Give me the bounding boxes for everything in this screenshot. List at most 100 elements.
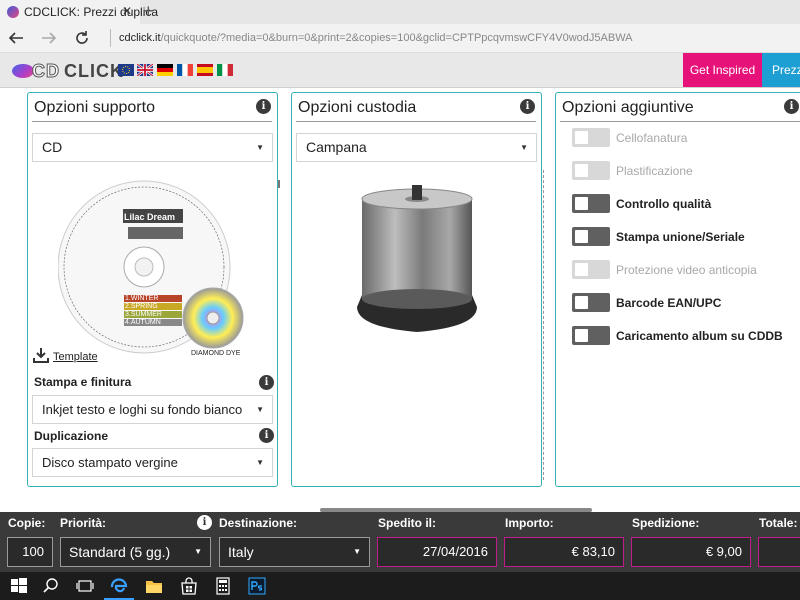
copies-input[interactable]: 100 [7, 537, 53, 567]
toggle-switch[interactable] [572, 128, 610, 147]
site-header: CD CLICK Get Inspired Prezzi [0, 53, 800, 88]
duplication-value: Disco stampato vergine [42, 455, 178, 470]
toggle-switch[interactable] [572, 161, 610, 180]
file-explorer-icon[interactable] [145, 577, 163, 595]
option-label: Cellofanatura [616, 131, 688, 145]
toggle-knob [575, 263, 588, 276]
chevron-down-icon: ▼ [520, 143, 528, 152]
toggle-switch[interactable] [572, 326, 610, 345]
option-label: Controllo qualità [616, 197, 712, 211]
disc-track: 1.WINTER [125, 295, 159, 302]
disc-preview-image [58, 180, 244, 354]
disc-track: 2.SPRING [125, 303, 158, 310]
calculator-icon[interactable] [214, 577, 232, 595]
priority-info-icon[interactable]: i [197, 515, 212, 530]
print-info-icon[interactable]: i [259, 375, 274, 390]
priority-select[interactable]: Standard (5 gg.) ▼ [60, 537, 211, 567]
total-value [758, 537, 800, 567]
toggle-knob [575, 164, 588, 177]
amount-value: € 83,10 [504, 537, 624, 567]
duplication-select[interactable]: Disco stampato vergine ▼ [32, 448, 273, 477]
option-label: Stampa unione/Seriale [616, 230, 745, 244]
disc-track: 3.SUMMER [125, 311, 162, 318]
media-type-select[interactable]: CD ▼ [32, 133, 273, 162]
destination-label: Destinazione: [219, 516, 298, 530]
toggle-switch[interactable] [572, 293, 610, 312]
option-label: Caricamento album su CDDB [616, 329, 783, 343]
toggle-knob [575, 329, 588, 342]
case-info-icon[interactable]: i [520, 99, 535, 114]
chevron-down-icon: ▼ [194, 547, 202, 556]
get-inspired-button[interactable]: Get Inspired [683, 53, 762, 87]
extra-options-panel: Opzioni aggiuntive i Cellofanatura Plast… [555, 92, 800, 487]
extras-panel-title: Opzioni aggiuntive [562, 99, 694, 116]
case-panel-title: Opzioni custodia [298, 99, 417, 116]
destination-value: Italy [228, 544, 254, 560]
task-view-icon[interactable] [76, 577, 94, 595]
edge-browser-icon[interactable] [110, 577, 128, 595]
new-tab-button[interactable]: + [143, 1, 154, 22]
support-options-panel: Opzioni supporto i CD ▼ Lilac Dream 1.WI… [27, 92, 278, 487]
logo-click-text: CLICK [64, 61, 124, 81]
url-path: /quickquote/?media=0&burn=0&print=2&copi… [160, 32, 633, 44]
toggle-knob [575, 296, 588, 309]
tab-title: CDCLICK: Prezzi duplica [24, 5, 159, 19]
shipped-date-value: 27/04/2016 [377, 537, 497, 567]
case-title-divider [296, 121, 536, 122]
toggle-switch[interactable] [572, 194, 610, 213]
chevron-down-icon: ▼ [256, 458, 264, 467]
logo-disc-icon [12, 64, 34, 78]
shipping-label: Spedizione: [632, 516, 700, 530]
forward-arrow-icon[interactable] [41, 30, 57, 46]
back-arrow-icon[interactable] [8, 30, 24, 46]
italian-flag-icon[interactable] [217, 64, 233, 76]
toggle-switch[interactable] [572, 227, 610, 246]
amount-label: Importo: [505, 516, 554, 530]
chevron-down-icon: ▼ [256, 143, 264, 152]
photoshop-icon[interactable] [248, 577, 266, 595]
disc-track: 4.AUTUMN [125, 319, 161, 326]
option-label: Plastificazione [616, 164, 693, 178]
extras-info-icon[interactable]: i [784, 99, 799, 114]
url-host: cdclick.it [119, 32, 161, 44]
shipped-date-label: Spedito il: [378, 516, 436, 530]
search-icon[interactable] [42, 577, 60, 595]
french-flag-icon[interactable] [177, 64, 193, 76]
uk-flag-icon[interactable] [137, 64, 153, 76]
eu-flag-icon[interactable] [118, 64, 134, 76]
disc-track-list: 1.WINTER 2.SPRING 3.SUMMER 4.AUTUMN [125, 295, 162, 327]
refresh-icon[interactable] [74, 30, 90, 46]
print-finish-value: Inkjet testo e loghi su fondo bianco [42, 402, 243, 417]
template-link-text: Template [53, 351, 98, 363]
prices-button[interactable]: Prezzi [762, 53, 800, 87]
duplication-info-icon[interactable]: i [259, 428, 274, 443]
download-icon [33, 348, 49, 363]
chevron-down-icon: ▼ [256, 405, 264, 414]
toggle-switch[interactable] [572, 260, 610, 279]
german-flag-icon[interactable] [157, 64, 173, 76]
support-title-divider [32, 121, 272, 122]
case-type-select[interactable]: Campana ▼ [296, 133, 537, 162]
store-icon[interactable] [180, 577, 198, 595]
duplication-label: Duplicazione [34, 429, 109, 443]
media-type-value: CD [42, 139, 63, 155]
toggle-knob [575, 197, 588, 210]
destination-select[interactable]: Italy ▼ [219, 537, 370, 567]
spanish-flag-icon[interactable] [197, 64, 213, 76]
tab-close-icon[interactable]: ✕ [122, 4, 132, 18]
extras-title-divider [560, 121, 800, 122]
windows-taskbar [0, 572, 800, 600]
print-finish-select[interactable]: Inkjet testo e loghi su fondo bianco ▼ [32, 395, 273, 424]
panel-resize-handle[interactable] [278, 180, 280, 188]
browser-navigation-bar: cdclick.it/quickquote/?media=0&burn=0&pr… [0, 24, 800, 53]
priority-label: Priorità: [60, 516, 107, 530]
toggle-knob [575, 230, 588, 243]
address-bar[interactable]: cdclick.it/quickquote/?media=0&burn=0&pr… [110, 29, 800, 47]
print-finish-label: Stampa e finitura [34, 375, 132, 389]
windows-start-icon[interactable] [10, 577, 28, 595]
priority-value: Standard (5 gg.) [69, 544, 171, 560]
toggle-knob [575, 131, 588, 144]
browser-tab[interactable]: CDCLICK: Prezzi duplica ✕ [0, 0, 158, 24]
support-info-icon[interactable]: i [256, 99, 271, 114]
logo-cd-text: CD [32, 61, 60, 82]
